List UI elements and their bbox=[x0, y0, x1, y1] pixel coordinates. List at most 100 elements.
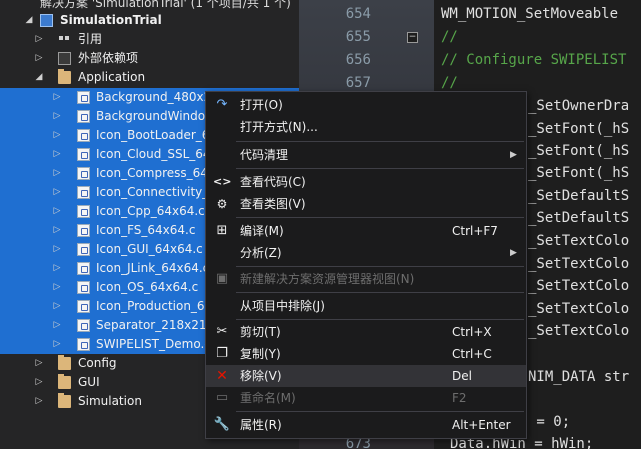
code-line: _SetFont(_hS bbox=[528, 121, 630, 137]
collapsed-arrow-icon[interactable]: ▷ bbox=[52, 278, 62, 297]
menu-item-view-code[interactable]: <> 查看代码(C) bbox=[206, 171, 526, 193]
code-line: _SetTextColo bbox=[528, 233, 630, 249]
code-line: // Configure SWIPELIST bbox=[441, 52, 627, 68]
submenu-arrow-icon: ▶ bbox=[510, 248, 517, 258]
compile-icon: ⊞ bbox=[216, 223, 228, 238]
c-file-icon bbox=[77, 243, 90, 256]
context-menu: ↷ 打开(O) 打开方式(N)... 代码清理 ▶ <> 查看代码(C) ⚙ 查… bbox=[205, 91, 527, 439]
line-number: 654 bbox=[345, 6, 371, 22]
collapsed-arrow-icon[interactable]: ▷ bbox=[52, 259, 62, 278]
collapsed-arrow-icon[interactable]: ▷ bbox=[34, 49, 44, 68]
menu-item-compile[interactable]: ⊞ 编译(M) Ctrl+F7 bbox=[206, 220, 526, 242]
menu-separator bbox=[236, 217, 524, 218]
code-line: NIM_DATA str bbox=[528, 369, 630, 385]
menu-item-remove[interactable]: ✕ 移除(V) Del bbox=[206, 365, 526, 387]
menu-item-copy[interactable]: ❐ 复制(Y) Ctrl+C bbox=[206, 343, 526, 365]
submenu-arrow-icon: ▶ bbox=[510, 150, 517, 160]
c-file-icon bbox=[77, 110, 90, 123]
menu-separator bbox=[236, 266, 524, 267]
line-number: 657 bbox=[345, 75, 371, 91]
c-file-icon bbox=[77, 281, 90, 294]
menu-item-exclude-from-project[interactable]: 从项目中排除(J) bbox=[206, 295, 526, 317]
file-label: Icon_GUI_64x64.c bbox=[96, 242, 203, 256]
open-arrow-icon: ↷ bbox=[216, 97, 228, 112]
code-line: _SetFont(_hS bbox=[528, 143, 630, 159]
references-icon bbox=[58, 33, 71, 46]
folder-icon bbox=[58, 69, 71, 84]
folder-icon bbox=[58, 355, 71, 370]
c-file-icon bbox=[77, 338, 90, 351]
menu-item-view-class-diagram[interactable]: ⚙ 查看类图(V) bbox=[206, 193, 526, 215]
folder-label: Simulation bbox=[78, 394, 142, 408]
c-file-icon bbox=[77, 205, 90, 218]
expanded-arrow-icon[interactable]: ◢ bbox=[34, 68, 44, 87]
folder-label: Config bbox=[78, 356, 117, 370]
code-brackets-icon: <> bbox=[213, 175, 232, 188]
file-label: Separator_218x21.c bbox=[96, 318, 217, 332]
collapsed-arrow-icon[interactable]: ▷ bbox=[52, 164, 62, 183]
collapsed-arrow-icon[interactable]: ▷ bbox=[34, 373, 44, 392]
collapsed-arrow-icon[interactable]: ▷ bbox=[52, 126, 62, 145]
file-label: Icon_OS_64x64.c bbox=[96, 280, 199, 294]
c-file-icon bbox=[77, 224, 90, 237]
folder-label: Application bbox=[78, 70, 146, 84]
copy-icon: ❐ bbox=[216, 346, 228, 361]
menu-item-open[interactable]: ↷ 打开(O) bbox=[206, 94, 526, 116]
code-line: _SetTextColo bbox=[528, 256, 630, 272]
code-line: _SetFont(_hS bbox=[528, 165, 630, 181]
menu-item-code-cleanup[interactable]: 代码清理 ▶ bbox=[206, 144, 526, 166]
file-label: SWIPELIST_Demo.c bbox=[96, 337, 211, 351]
remove-x-icon: ✕ bbox=[216, 368, 228, 384]
menu-item-new-solution-view[interactable]: ▣ 新建解决方案资源管理器视图(N) bbox=[206, 268, 526, 290]
code-line: _SetTextColo bbox=[528, 323, 630, 339]
collapsed-arrow-icon[interactable]: ▷ bbox=[52, 107, 62, 126]
collapsed-arrow-icon[interactable]: ▷ bbox=[52, 335, 62, 354]
menu-item-properties[interactable]: 🔧 属性(R) Alt+Enter bbox=[206, 414, 526, 436]
line-number: 656 bbox=[345, 52, 371, 68]
references-label: 引用 bbox=[78, 32, 103, 46]
menu-separator bbox=[236, 411, 524, 412]
collapsed-arrow-icon[interactable]: ▷ bbox=[52, 202, 62, 221]
code-line: // bbox=[441, 29, 458, 45]
menu-item-open-with[interactable]: 打开方式(N)... bbox=[206, 116, 526, 138]
expanded-arrow-icon[interactable]: ◢ bbox=[24, 11, 34, 30]
code-line: WM_MOTION_SetMoveable bbox=[441, 6, 619, 22]
wrench-icon: 🔧 bbox=[213, 417, 231, 432]
rename-icon: ▭ bbox=[215, 390, 229, 405]
menu-item-analyze[interactable]: 分析(Z) ▶ bbox=[206, 242, 526, 264]
c-file-icon bbox=[77, 129, 90, 142]
scissors-icon: ✂ bbox=[216, 324, 228, 339]
collapsed-arrow-icon[interactable]: ▷ bbox=[52, 297, 62, 316]
file-label: Icon_JLink_64x64.c bbox=[96, 261, 210, 275]
code-line: _SetDefaultS bbox=[528, 210, 630, 226]
solution-header: 解决方案 'SimulationTrial' (1 个项目/共 1 个) bbox=[0, 0, 299, 10]
code-line: _SetTextColo bbox=[528, 278, 630, 294]
collapsed-arrow-icon[interactable]: ▷ bbox=[52, 240, 62, 259]
menu-separator bbox=[236, 141, 524, 142]
collapsed-arrow-icon[interactable]: ▷ bbox=[52, 316, 62, 335]
collapsed-arrow-icon[interactable]: ▷ bbox=[52, 221, 62, 240]
menu-separator bbox=[236, 168, 524, 169]
collapsed-arrow-icon[interactable]: ▷ bbox=[52, 145, 62, 164]
solution-title[interactable]: 解决方案 'SimulationTrial' (1 个项目/共 1 个) bbox=[40, 0, 291, 10]
collapsed-arrow-icon[interactable]: ▷ bbox=[34, 392, 44, 411]
code-line: _SetTextColo bbox=[528, 301, 630, 317]
project-icon bbox=[40, 14, 53, 27]
c-file-icon bbox=[77, 186, 90, 199]
external-deps-label: 外部依赖项 bbox=[78, 51, 139, 65]
class-diagram-icon: ⚙ bbox=[216, 197, 228, 211]
collapsed-arrow-icon[interactable]: ▷ bbox=[34, 354, 44, 373]
menu-separator bbox=[236, 319, 524, 320]
code-line: // bbox=[441, 75, 458, 91]
file-label: Icon_FS_64x64.c bbox=[96, 223, 196, 237]
collapsed-arrow-icon[interactable]: ▷ bbox=[52, 88, 62, 107]
menu-item-cut[interactable]: ✂ 剪切(T) Ctrl+X bbox=[206, 321, 526, 343]
menu-item-rename[interactable]: ▭ 重命名(M) F2 bbox=[206, 387, 526, 409]
file-label: Icon_Cpp_64x64.c bbox=[96, 204, 205, 218]
folder-icon bbox=[58, 393, 71, 408]
folder-label: GUI bbox=[78, 375, 100, 389]
collapsed-arrow-icon[interactable]: ▷ bbox=[34, 30, 44, 49]
collapsed-arrow-icon[interactable]: ▷ bbox=[52, 183, 62, 202]
code-line: _SetOwnerDra bbox=[528, 98, 630, 114]
fold-collapse-icon[interactable]: − bbox=[407, 32, 418, 43]
